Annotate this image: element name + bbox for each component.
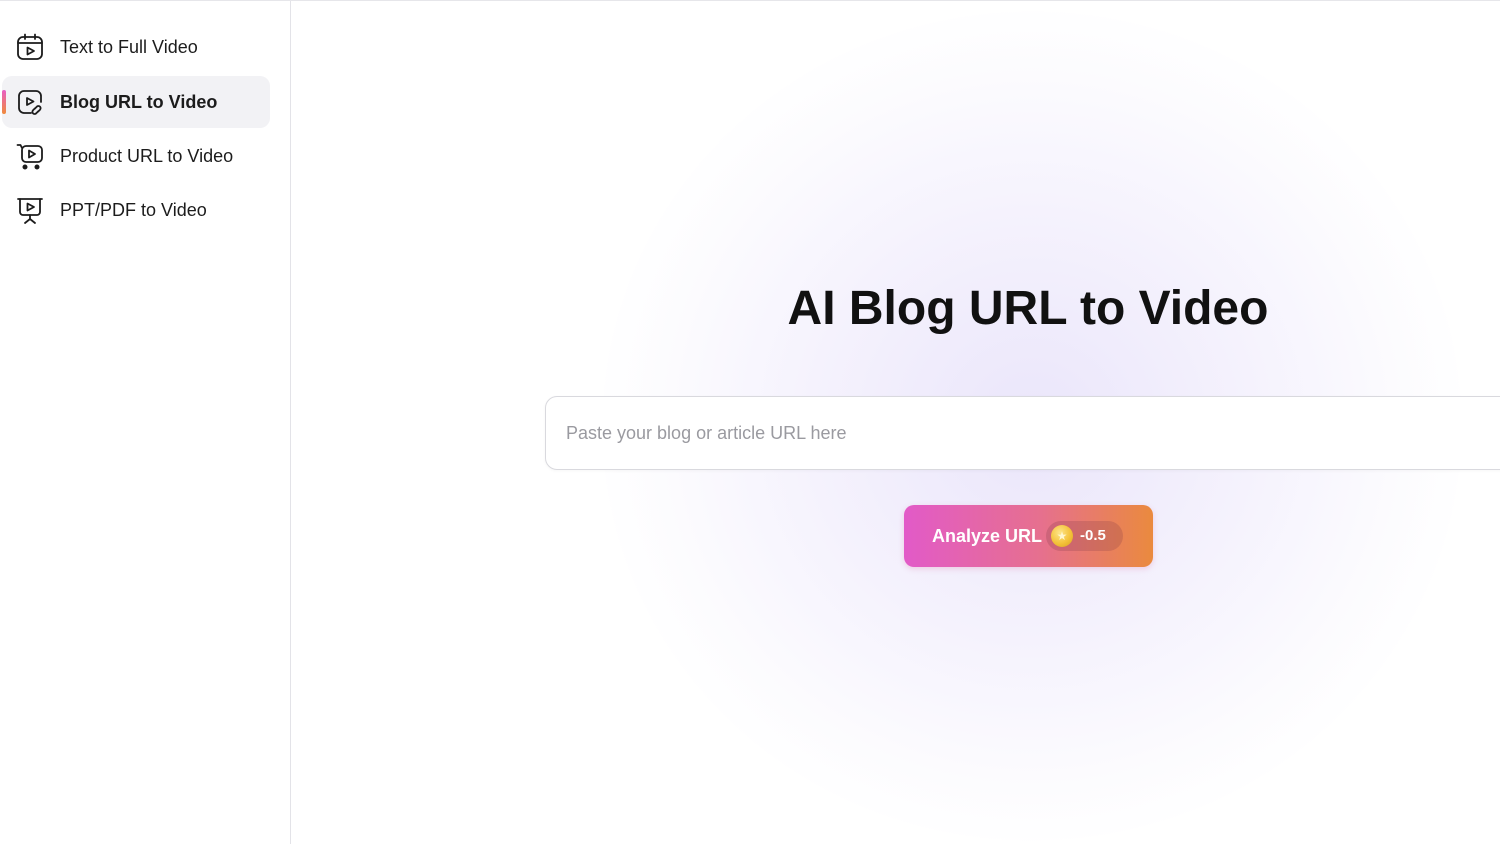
credit-cost-value: -0.5 bbox=[1080, 527, 1106, 544]
sidebar-item-product-url-to-video[interactable]: Product URL to Video bbox=[2, 130, 270, 182]
sidebar-item-text-to-full-video[interactable]: Text to Full Video bbox=[2, 21, 270, 73]
cart-video-icon bbox=[16, 142, 44, 170]
analyze-url-label: Analyze URL bbox=[932, 526, 1043, 546]
sidebar-item-label: Product URL to Video bbox=[60, 146, 234, 166]
url-input[interactable] bbox=[545, 396, 1500, 470]
analyze-url-button[interactable]: Analyze URL ★ -0.5 bbox=[904, 505, 1153, 567]
video-link-icon bbox=[16, 88, 44, 116]
sidebar-item-label: Blog URL to Video bbox=[60, 92, 218, 112]
presentation-video-icon bbox=[16, 196, 44, 224]
sidebar-item-blog-url-to-video[interactable]: Blog URL to Video bbox=[2, 76, 270, 128]
calendar-video-icon bbox=[16, 33, 44, 61]
page-title-wrap: AI Blog URL to Video bbox=[572, 281, 1484, 336]
sidebar-item-label: Text to Full Video bbox=[60, 37, 198, 57]
sidebar-item-ppt-pdf-to-video[interactable]: PPT/PDF to Video bbox=[2, 184, 270, 236]
credit-cost-badge: ★ -0.5 bbox=[1046, 521, 1123, 551]
sidebar-item-label: PPT/PDF to Video bbox=[60, 200, 207, 220]
active-indicator bbox=[2, 90, 6, 114]
coin-icon: ★ bbox=[1051, 525, 1073, 547]
page-title: AI Blog URL to Video bbox=[787, 282, 1269, 335]
sidebar: Text to Full Video Blog URL to Video Pro… bbox=[0, 1, 291, 844]
main-content: AI Blog URL to Video Analyze URL ★ -0.5 bbox=[292, 1, 1500, 844]
